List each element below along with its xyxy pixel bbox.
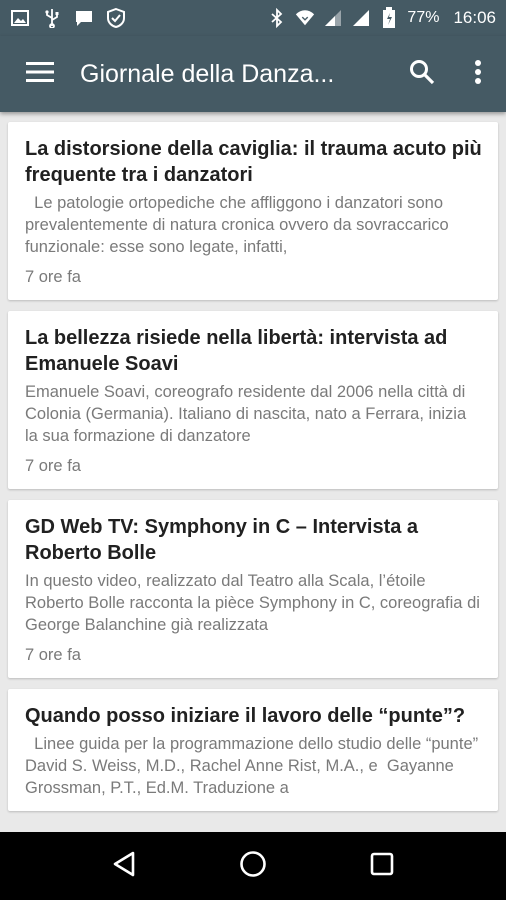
clock: 16:06 [453,8,496,27]
article-title: GD Web TV: Symphony in C – Intervista a … [25,516,419,564]
signal-icon [351,8,371,28]
article-time: 7 ore fa [25,457,81,475]
recents-button[interactable] [352,836,412,896]
menu-button[interactable] [0,36,80,112]
article-card[interactable]: La distorsione della caviglia: il trauma… [8,122,498,300]
wifi-icon [295,8,315,28]
article-snippet: Emanuele Soavi, coreografo residente dal… [25,383,467,445]
more-vert-icon [474,59,482,90]
usb-icon [42,8,62,28]
article-title: Quando posso iniziare il lavoro delle “p… [25,705,466,727]
article-title: La bellezza risiede nella libertà: inter… [25,327,448,375]
back-icon [111,850,137,883]
app-bar: Giornale della Danza... [0,36,506,112]
article-time: 7 ore fa [25,646,81,664]
message-icon [74,8,94,28]
bluetooth-icon [267,8,287,28]
article-time: 7 ore fa [25,268,81,286]
home-button[interactable] [223,836,283,896]
app-title: Giornale della Danza... [80,59,335,88]
article-card[interactable]: GD Web TV: Symphony in C – Intervista a … [8,500,498,678]
more-options-button[interactable] [450,36,506,112]
back-button[interactable] [94,836,154,896]
battery-icon [379,7,399,28]
search-button[interactable] [394,36,450,112]
search-icon [409,59,435,90]
recents-icon [370,852,394,881]
image-icon [10,8,30,28]
article-card[interactable]: La bellezza risiede nella libertà: inter… [8,311,498,489]
navigation-bar [0,832,506,900]
article-feed[interactable]: La distorsione della caviglia: il trauma… [0,112,506,832]
article-snippet: Linee guida per la programmazione dello … [25,735,479,797]
shield-icon [106,8,126,28]
article-title: La distorsione della caviglia: il trauma… [25,138,482,186]
article-card[interactable]: Quando posso iniziare il lavoro delle “p… [8,689,498,811]
article-snippet: Le patologie ortopediche che affliggono … [25,194,454,256]
status-bar: 77% 16:06 [0,0,506,36]
battery-percentage: 77% [407,9,440,26]
article-snippet: In questo video, realizzato dal Teatro a… [25,572,480,634]
signal-icon [323,8,343,28]
menu-icon [26,61,54,88]
home-icon [239,850,267,883]
